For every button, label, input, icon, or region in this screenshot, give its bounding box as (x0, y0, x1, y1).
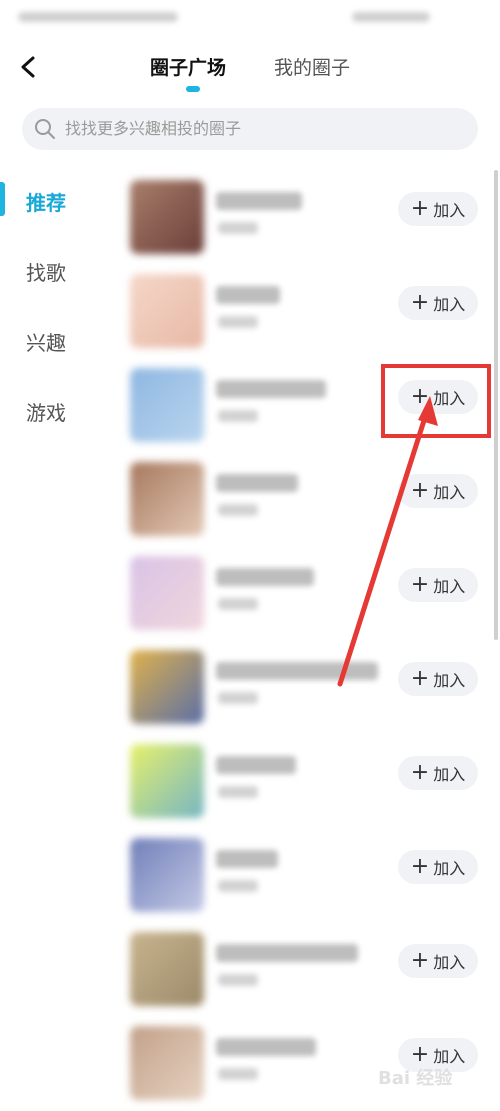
annotation-arrow-icon (337, 396, 438, 687)
watermark: Bai 经验 (378, 1068, 453, 1089)
